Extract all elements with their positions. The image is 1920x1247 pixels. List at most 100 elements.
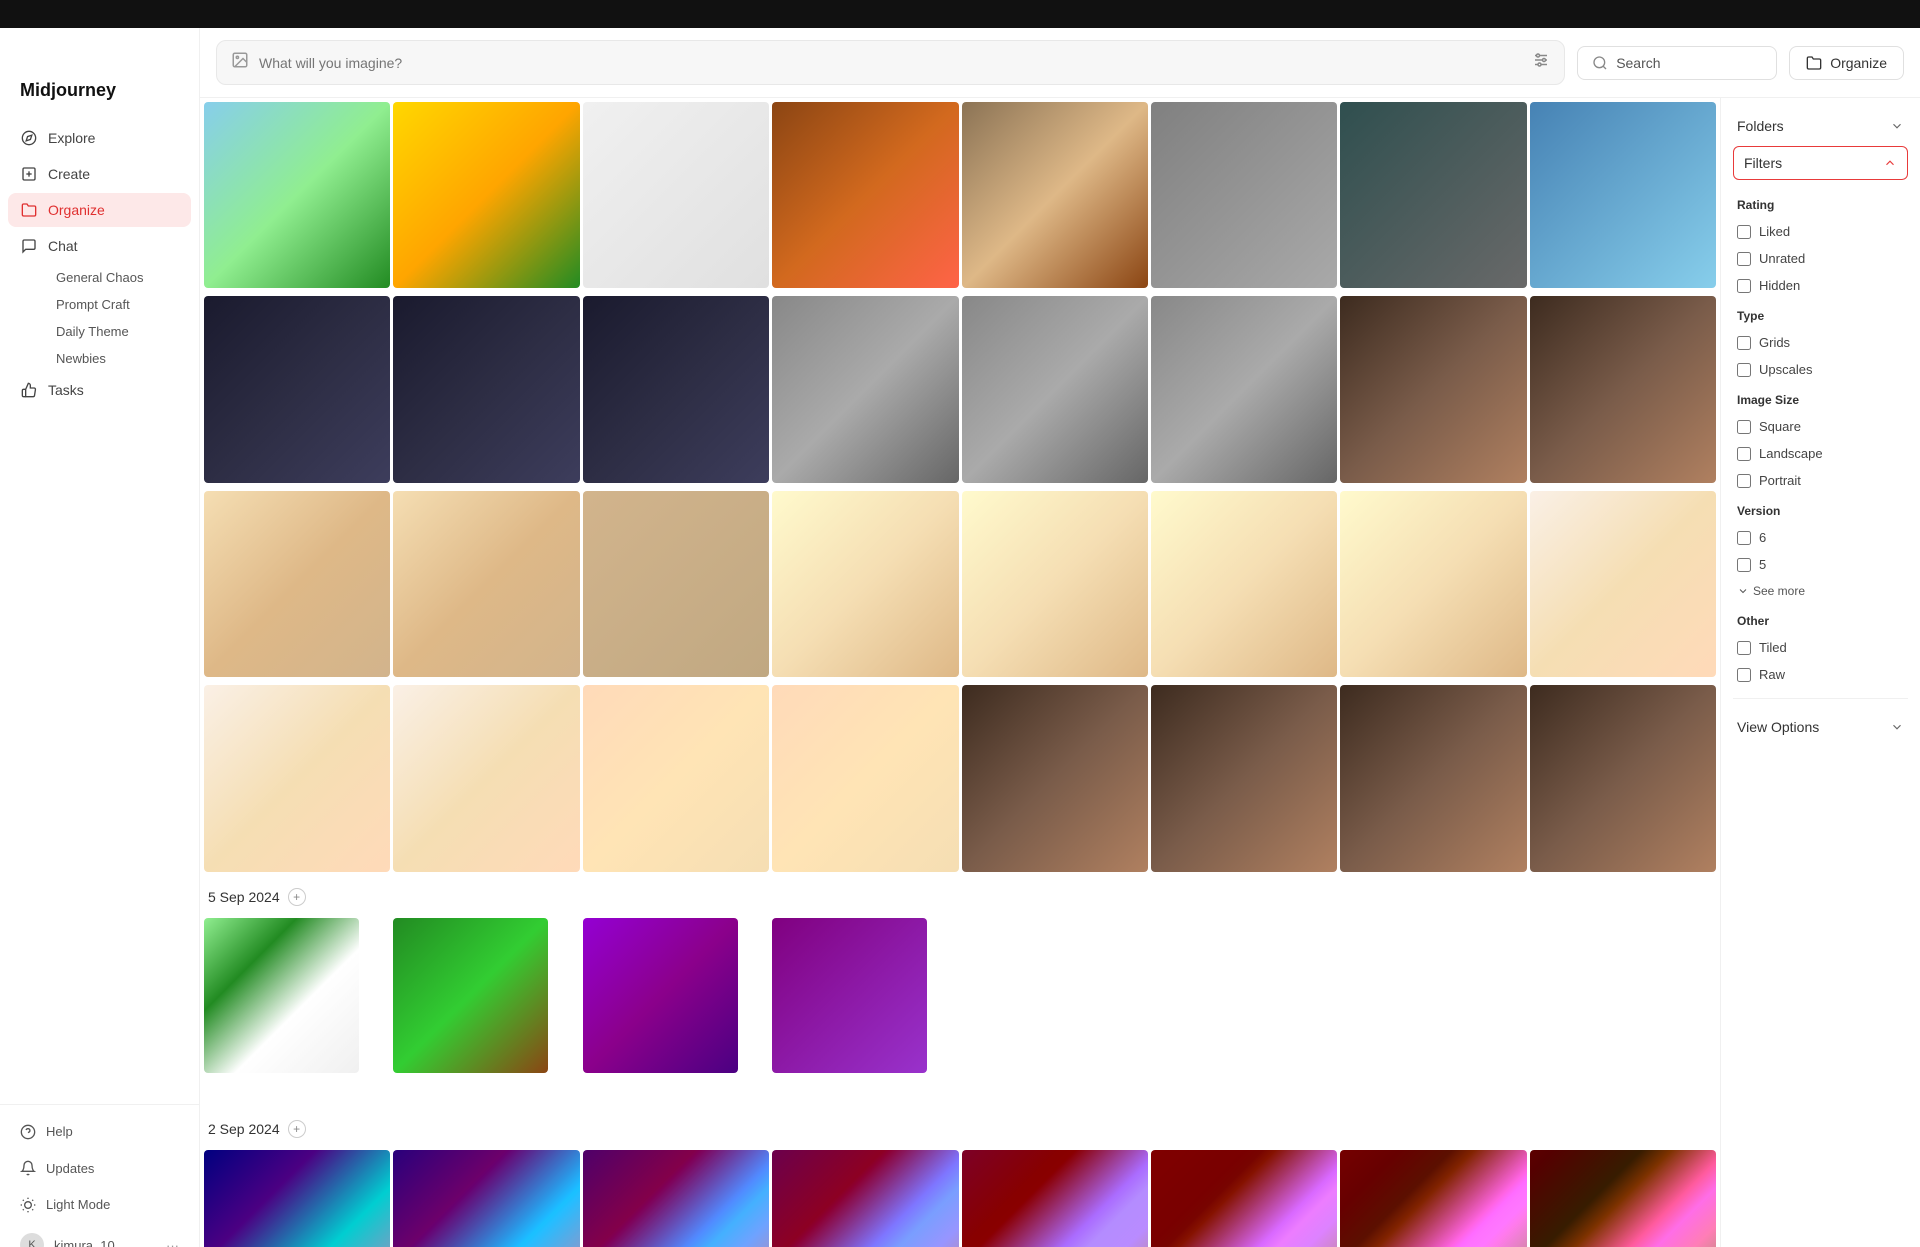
list-item[interactable] [204,685,390,871]
list-item[interactable] [393,102,579,288]
filter-v6[interactable]: 6 [1733,526,1908,549]
list-item[interactable] [204,296,390,482]
list-item[interactable] [1340,296,1526,482]
search-bar[interactable]: Search [1577,46,1777,80]
list-item[interactable] [583,685,769,871]
list-item[interactable] [772,102,958,288]
list-item[interactable] [204,102,390,288]
v5-checkbox[interactable] [1737,558,1751,572]
filter-v5[interactable]: 5 [1733,553,1908,576]
panel-divider [1733,698,1908,699]
prompt-search-box[interactable] [216,40,1565,85]
sidebar-item-explore[interactable]: Explore [8,121,191,155]
list-item[interactable] [1340,1150,1526,1247]
sidebar-item-chat[interactable]: Chat [8,229,191,263]
sidebar-sub-general-chaos[interactable]: General Chaos [48,265,191,290]
list-item[interactable] [583,296,769,482]
hidden-checkbox[interactable] [1737,279,1751,293]
list-item[interactable] [962,1150,1148,1247]
filter-hidden[interactable]: Hidden [1733,274,1908,297]
grids-checkbox[interactable] [1737,336,1751,350]
list-item[interactable] [772,918,927,1073]
list-item[interactable] [1530,1150,1716,1247]
organize-button[interactable]: Organize [1789,46,1904,80]
sidebar-item-create[interactable]: Create [8,157,191,191]
list-item[interactable] [1340,685,1526,871]
list-item[interactable] [772,491,958,677]
list-item[interactable] [393,296,579,482]
see-more-label: See more [1753,584,1805,598]
prompt-input[interactable] [259,55,1522,71]
raw-checkbox[interactable] [1737,668,1751,682]
liked-checkbox[interactable] [1737,225,1751,239]
sidebar-item-tasks[interactable]: Tasks [8,373,191,407]
list-item[interactable] [1151,685,1337,871]
square-checkbox[interactable] [1737,420,1751,434]
user-menu-dots[interactable]: ··· [166,1238,179,1247]
filter-tiled[interactable]: Tiled [1733,636,1908,659]
list-item[interactable] [393,685,579,871]
user-profile[interactable]: K kimura_10 ··· [16,1227,183,1247]
gallery-section-1 [200,98,1720,876]
list-item[interactable] [583,918,738,1073]
empty-cell [1151,918,1337,1104]
list-item[interactable] [1530,491,1716,677]
list-item[interactable] [962,685,1148,871]
add-to-folder-sep2[interactable]: + [288,1120,306,1138]
filter-upscales[interactable]: Upscales [1733,358,1908,381]
filter-portrait[interactable]: Portrait [1733,469,1908,492]
v6-checkbox[interactable] [1737,531,1751,545]
thumb-icon [20,381,38,399]
view-options-header[interactable]: View Options [1733,711,1908,743]
list-item[interactable] [393,491,579,677]
list-item[interactable] [962,102,1148,288]
filter-liked[interactable]: Liked [1733,220,1908,243]
tiled-checkbox[interactable] [1737,641,1751,655]
list-item[interactable] [962,491,1148,677]
list-item[interactable] [1151,491,1337,677]
list-item[interactable] [1340,102,1526,288]
sidebar-sub-daily-theme[interactable]: Daily Theme [48,319,191,344]
landscape-checkbox[interactable] [1737,447,1751,461]
list-item[interactable] [772,685,958,871]
list-item[interactable] [1340,491,1526,677]
list-item[interactable] [1530,102,1716,288]
list-item[interactable] [583,491,769,677]
list-item[interactable] [204,1150,390,1247]
sidebar-sub-newbies[interactable]: Newbies [48,346,191,371]
filter-unrated[interactable]: Unrated [1733,247,1908,270]
list-item[interactable] [1151,102,1337,288]
list-item[interactable] [393,1150,579,1247]
filters-header[interactable]: Filters [1733,146,1908,180]
list-item[interactable] [583,1150,769,1247]
sidebar-item-updates[interactable]: Updates [16,1154,183,1183]
list-item[interactable] [204,918,359,1073]
list-item[interactable] [772,1150,958,1247]
sidebar-sub-prompt-craft[interactable]: Prompt Craft [48,292,191,317]
see-more-button[interactable]: See more [1733,580,1908,602]
filter-raw[interactable]: Raw [1733,663,1908,686]
sidebar-item-light-mode[interactable]: Light Mode [16,1190,183,1219]
add-to-folder-sep5[interactable]: + [288,888,306,906]
create-label: Create [48,166,90,182]
list-item[interactable] [962,296,1148,482]
sidebar-item-organize[interactable]: Organize [8,193,191,227]
filter-grids[interactable]: Grids [1733,331,1908,354]
list-item[interactable] [1151,1150,1337,1247]
sun-icon [20,1196,36,1213]
portrait-checkbox[interactable] [1737,474,1751,488]
list-item[interactable] [1530,296,1716,482]
list-item[interactable] [1151,296,1337,482]
tune-icon[interactable] [1532,51,1550,74]
filter-landscape[interactable]: Landscape [1733,442,1908,465]
unrated-checkbox[interactable] [1737,252,1751,266]
list-item[interactable] [583,102,769,288]
folders-header[interactable]: Folders [1733,110,1908,142]
list-item[interactable] [772,296,958,482]
list-item[interactable] [1530,685,1716,871]
filter-square[interactable]: Square [1733,415,1908,438]
sidebar-item-help[interactable]: Help [16,1117,183,1146]
list-item[interactable] [204,491,390,677]
upscales-checkbox[interactable] [1737,363,1751,377]
list-item[interactable] [393,918,548,1073]
